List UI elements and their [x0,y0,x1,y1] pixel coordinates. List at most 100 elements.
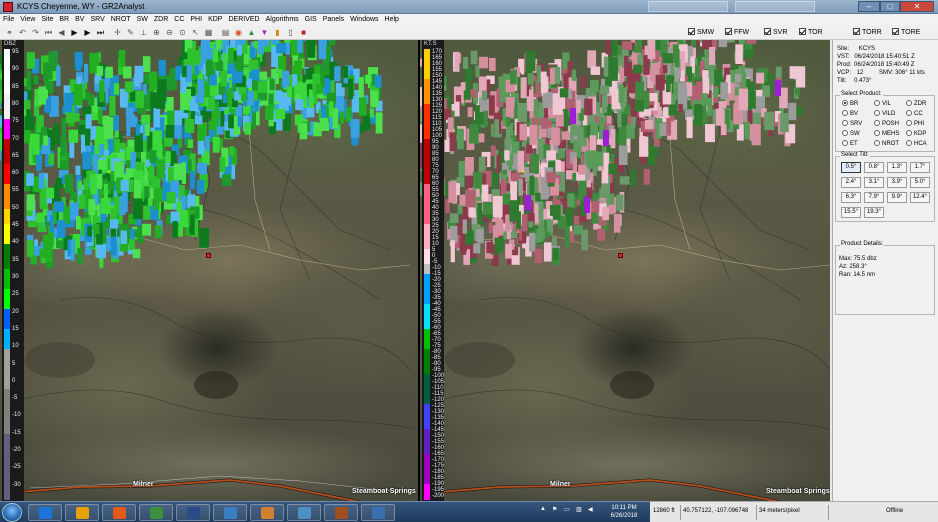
radar-site-marker[interactable] [618,253,623,258]
radio-icon[interactable] [906,120,912,126]
notepad-icon[interactable] [139,504,173,521]
grid-icon[interactable]: ▦ [203,27,214,38]
pointer-icon[interactable]: ↖ [190,27,201,38]
menu-help[interactable]: Help [382,14,402,25]
tray-monitor-icon[interactable]: ▭ [564,506,570,513]
radio-icon[interactable] [906,140,912,146]
checkbox-icon[interactable] [892,28,899,35]
tilt-button[interactable]: 5.0° [910,177,930,188]
product-check-ffw[interactable]: FFW [725,28,749,37]
product-radio-vil[interactable]: VIL [874,100,891,108]
tilt-button[interactable]: 19.3° [864,207,884,218]
tilt-button[interactable]: 0.8° [864,162,884,173]
radio-icon[interactable] [842,140,848,146]
radio-icon[interactable] [842,120,848,126]
skip-forward-icon[interactable]: ⏭ [95,27,106,38]
tilt-button[interactable]: 1.3° [887,162,907,173]
checkbox-icon[interactable] [764,28,771,35]
background-window-tab[interactable] [735,1,815,12]
radio-icon[interactable] [906,130,912,136]
radio-icon[interactable] [874,100,880,106]
product-radio-et[interactable]: ET [842,140,858,148]
layers-icon[interactable]: ▤ [220,27,231,38]
close-button[interactable]: ✕ [900,1,934,12]
play-icon[interactable]: ▶ [69,27,80,38]
product-radio-posh[interactable]: POSH [874,120,899,128]
radio-icon[interactable] [874,110,880,116]
product-radio-zdr[interactable]: ZDR [906,100,926,108]
radio-icon[interactable] [874,120,880,126]
book-icon[interactable]: ▮ [272,27,283,38]
powerpoint-icon[interactable] [361,504,395,521]
product-radio-kdp[interactable]: KDP [906,130,926,138]
menu-cc[interactable]: CC [171,14,187,25]
zoom-fit-icon[interactable]: ⊙ [177,27,188,38]
step-forward-icon[interactable]: ▶ [82,27,93,38]
reflectivity-map-panel[interactable]: + Milner Steamboat Springs DBZ 95 90 85 80 7… [0,40,418,501]
radio-icon[interactable] [842,110,848,116]
color-icon[interactable]: ◉ [233,27,244,38]
menu-panels[interactable]: Panels [320,14,347,25]
tilt-button[interactable]: 15.5° [841,207,861,218]
checkbox-icon[interactable] [725,28,732,35]
product-check-tore[interactable]: TORE [892,28,920,37]
skip-back-icon[interactable]: ⏮ [43,27,54,38]
tray-flag-icon[interactable]: ⚑ [552,506,557,513]
menu-srv[interactable]: SRV [87,14,107,25]
menu-zdr[interactable]: ZDR [151,14,171,25]
radio-icon[interactable] [874,140,880,146]
zoom-out-icon[interactable]: ⊖ [164,27,175,38]
ie-icon[interactable] [28,504,62,521]
product-check-smw[interactable]: SMW [688,28,714,37]
undo-icon[interactable]: ↶ [17,27,28,38]
menu-kdp[interactable]: KDP [205,14,225,25]
menu-bv[interactable]: BV [72,14,87,25]
pen-icon[interactable]: ✎ [125,27,136,38]
product-check-torr[interactable]: TORR [853,28,882,37]
crosshair-icon[interactable]: ✛ [112,27,123,38]
tilt-button[interactable]: 6.3° [841,192,861,203]
menu-nrot[interactable]: NROT [108,14,134,25]
menu-br[interactable]: BR [56,14,72,25]
checkbox-icon[interactable] [799,28,806,35]
start-button[interactable] [2,503,22,522]
gr2analyst-icon[interactable] [176,504,210,521]
checkbox-icon[interactable] [853,28,860,35]
tilt-button[interactable]: 1.7° [910,162,930,173]
product-radio-sw[interactable]: SW [842,130,860,138]
product-radio-mehs[interactable]: MEHS [874,130,899,138]
radio-icon[interactable] [906,100,912,106]
radio-icon[interactable] [842,100,848,106]
tray-volume-icon[interactable]: ◀ [588,506,593,513]
stop-icon[interactable]: ■ [298,27,309,38]
velocity-map-panel[interactable]: + Milner Steamboat Springs KT.S 170 165 16… [418,40,830,501]
product-radio-phi[interactable]: PHI [906,120,924,128]
background-window-tab[interactable] [648,1,728,12]
menu-sw[interactable]: SW [134,14,151,25]
menu-gis[interactable]: GIS [302,14,320,25]
zoom-in-icon[interactable]: ⊕ [151,27,162,38]
tray-network-icon[interactable]: ▥ [576,506,582,513]
product-radio-srv[interactable]: SRV [842,120,862,128]
tilt-button[interactable]: 9.9° [887,192,907,203]
menu-file[interactable]: File [0,14,17,25]
triangle-green-icon[interactable]: ▲ [246,27,257,38]
firefox-icon[interactable] [102,504,136,521]
menu-derived[interactable]: DERIVED [225,14,262,25]
product-radio-vild[interactable]: VILD [874,110,895,118]
radio-icon[interactable] [906,110,912,116]
tilt-button[interactable]: 0.5° [841,162,861,173]
chrome-icon[interactable] [65,504,99,521]
step-back-icon[interactable]: ◀ [56,27,67,38]
tilt-button[interactable]: 3.9° [887,177,907,188]
menu-algorithms[interactable]: Algorithms [263,14,302,25]
paint-icon[interactable] [213,504,247,521]
product-check-svr[interactable]: SVR [764,28,787,37]
menu-site[interactable]: Site [38,14,56,25]
product-radio-br[interactable]: BR [842,100,858,108]
menu-phi[interactable]: PHI [187,14,205,25]
photos-icon[interactable] [250,504,284,521]
tilt-button[interactable]: 3.1° [864,177,884,188]
triangle-purple-icon[interactable]: ▼ [259,27,270,38]
radio-icon[interactable] [842,130,848,136]
